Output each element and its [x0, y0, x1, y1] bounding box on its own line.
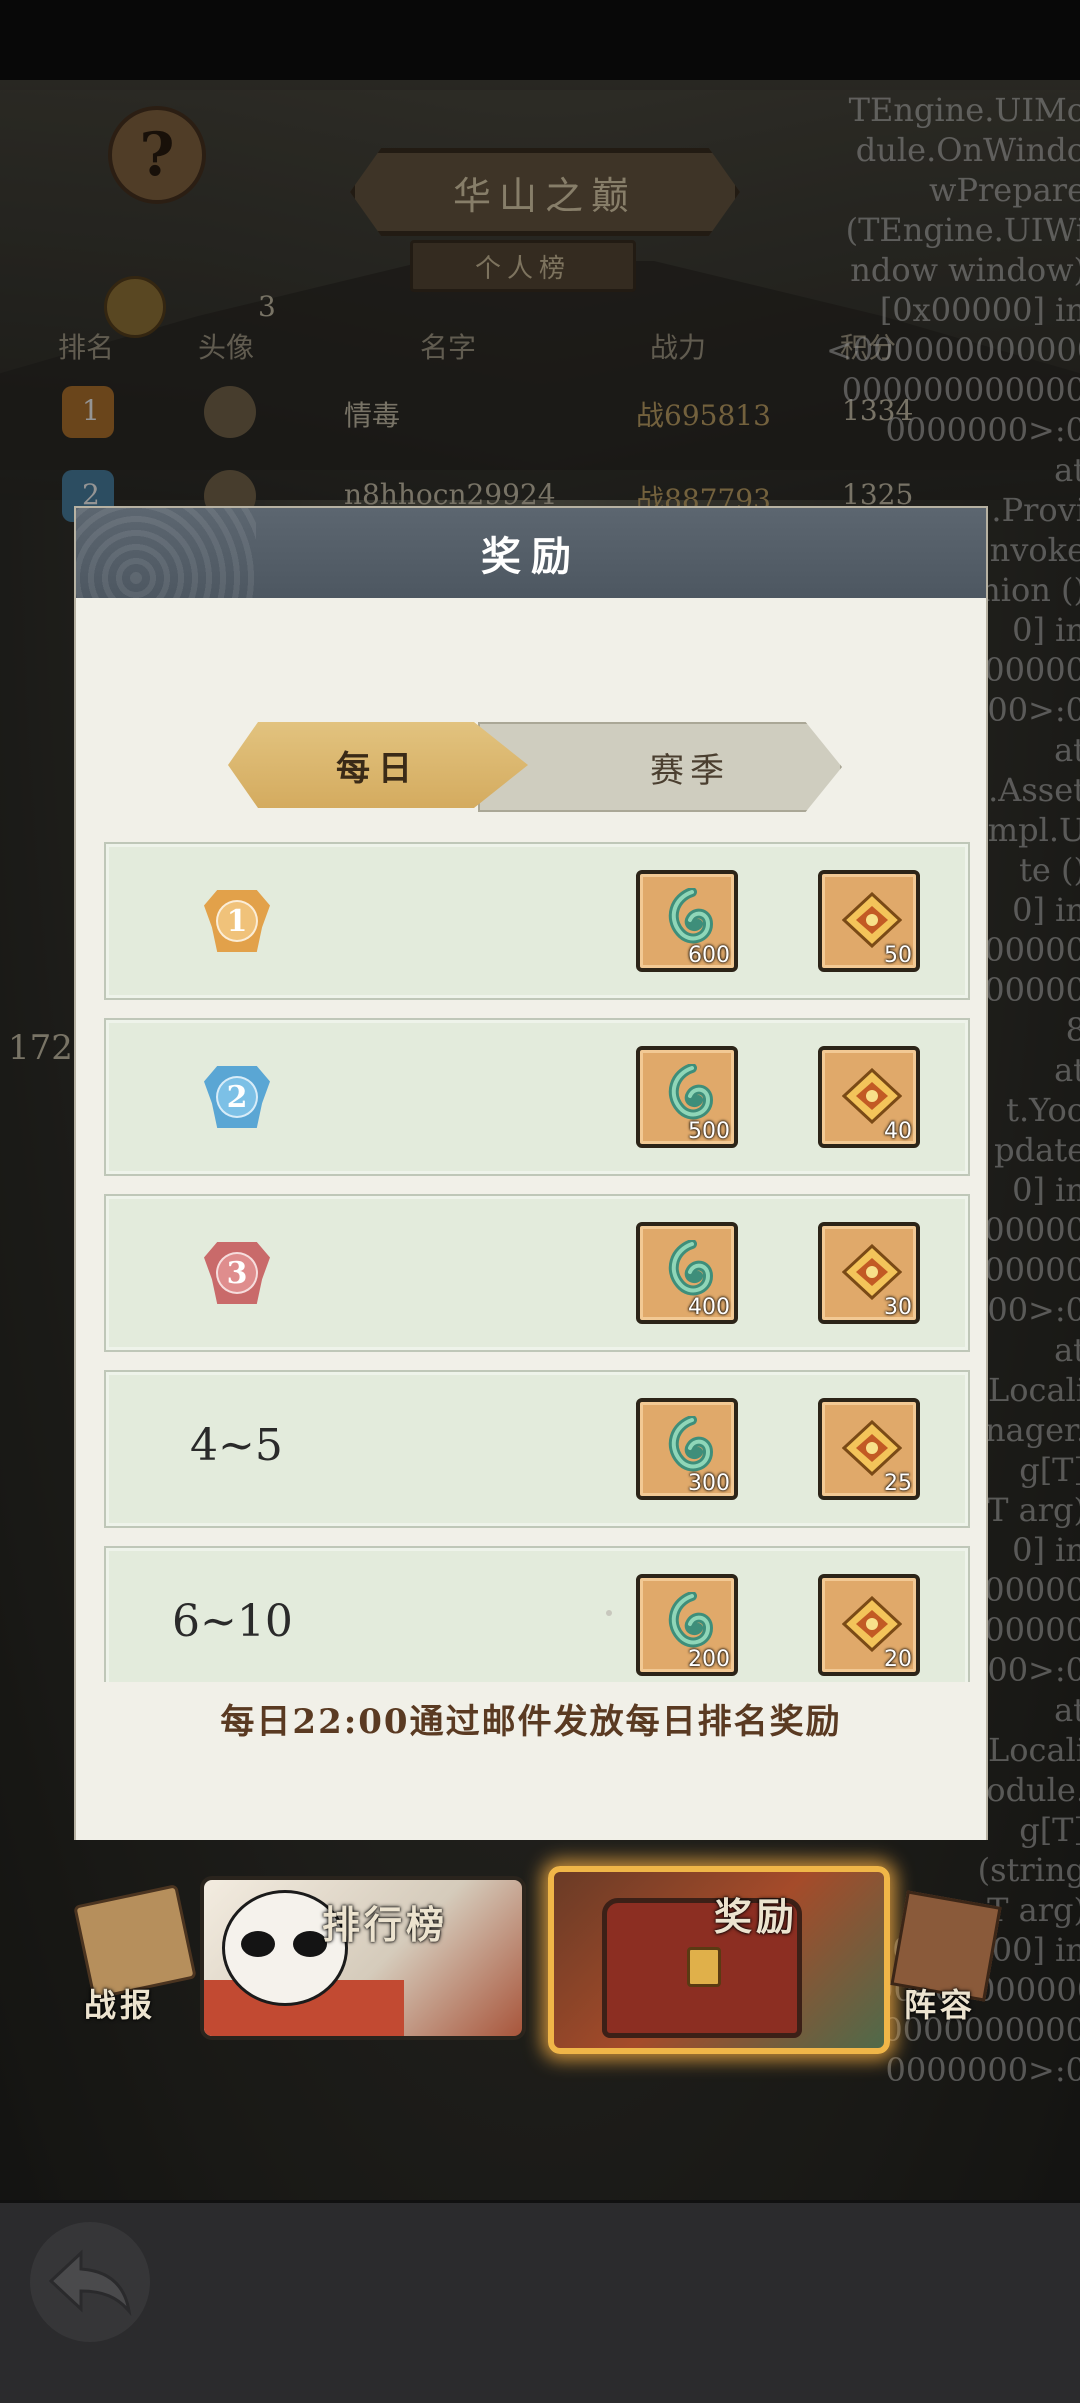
treasure-icon — [842, 892, 902, 948]
treasure-icon — [842, 1068, 902, 1124]
rank-number: 1 — [226, 903, 248, 939]
item-quantity: 600 — [688, 943, 730, 968]
treasure-icon — [842, 1420, 902, 1476]
back-arrow-icon — [48, 2249, 132, 2317]
dialog-body: 赛季 每日 1 600 50 2 500 40 3 400 30 4~5 300… — [76, 598, 986, 1840]
nav-leaderboard-label: 排行榜 — [322, 1902, 449, 1947]
jade-item-slot[interactable]: 200 — [636, 1574, 738, 1676]
rank-range: 6~10 — [172, 1596, 293, 1647]
tab-daily-label: 每日 — [336, 748, 420, 789]
treasure-icon — [842, 1596, 902, 1652]
item-quantity: 400 — [688, 1295, 730, 1320]
gold-medal-icon: 1 — [204, 890, 270, 952]
treasure-item-slot[interactable]: 40 — [818, 1046, 920, 1148]
list-item: 4~5 300 25 — [104, 1370, 970, 1528]
item-quantity: 30 — [884, 1295, 912, 1320]
item-quantity: 20 — [884, 1647, 912, 1672]
panda-eye — [241, 1931, 275, 1957]
jade-icon — [668, 1240, 714, 1296]
jade-icon — [668, 1064, 714, 1120]
item-quantity: 500 — [688, 1119, 730, 1144]
nav-lineup-label: 阵容 — [904, 1986, 977, 2024]
item-quantity: 25 — [884, 1471, 912, 1496]
jade-icon — [668, 1592, 714, 1648]
reward-tabs: 赛季 每日 — [228, 722, 842, 812]
reward-list[interactable]: 1 600 50 2 500 40 3 400 30 4~5 300 25 6~… — [104, 842, 970, 1682]
nav-battle-report-label: 战报 — [84, 1986, 157, 2024]
dialog-title: 奖励 — [481, 533, 581, 580]
list-item: 2 500 40 — [104, 1018, 970, 1176]
treasure-item-slot[interactable]: 50 — [818, 870, 920, 972]
jade-icon — [668, 888, 714, 944]
tab-season-label: 赛季 — [650, 750, 730, 791]
red-medal-icon: 3 — [204, 1242, 270, 1304]
item-quantity: 40 — [884, 1119, 912, 1144]
reward-note: 每日22:00通过邮件发放每日排名奖励 — [220, 1702, 842, 1742]
decorative-dot — [606, 1610, 612, 1616]
dialog-header: 奖励 — [76, 508, 986, 600]
treasure-item-slot[interactable]: 25 — [818, 1398, 920, 1500]
jade-icon — [668, 1416, 714, 1472]
nav-leaderboard[interactable]: 排行榜 — [200, 1876, 526, 2040]
item-quantity: 50 — [884, 943, 912, 968]
treasure-item-slot[interactable]: 30 — [818, 1222, 920, 1324]
treasure-item-slot[interactable]: 20 — [818, 1574, 920, 1676]
list-item: 6~10 200 20 — [104, 1546, 970, 1682]
nav-lineup[interactable]: 阵容 — [880, 1890, 1020, 2024]
reward-dialog: 奖励 赛季 每日 1 600 50 2 500 40 3 400 30 4~5 … — [74, 506, 988, 1840]
nav-rewards[interactable]: 奖励 — [548, 1866, 890, 2054]
blue-medal-icon: 2 — [204, 1066, 270, 1128]
list-item: 3 400 30 — [104, 1194, 970, 1352]
rank-number: 3 — [226, 1255, 248, 1291]
jade-item-slot[interactable]: 500 — [636, 1046, 738, 1148]
list-item: 1 600 50 — [104, 842, 970, 1000]
nav-rewards-label: 奖励 — [714, 1894, 799, 1939]
nav-battle-report[interactable]: 战报 — [66, 1884, 198, 2024]
jade-item-slot[interactable]: 400 — [636, 1222, 738, 1324]
item-quantity: 300 — [688, 1471, 730, 1496]
rank-number: 2 — [226, 1079, 248, 1115]
tab-daily[interactable]: 每日 — [228, 722, 528, 808]
item-quantity: 200 — [688, 1647, 730, 1672]
back-button[interactable] — [30, 2222, 150, 2342]
tab-season[interactable]: 赛季 — [478, 722, 842, 812]
rank-range: 4~5 — [190, 1420, 283, 1471]
bottom-bar — [0, 2200, 1080, 2403]
jade-item-slot[interactable]: 300 — [636, 1398, 738, 1500]
treasure-icon — [842, 1244, 902, 1300]
jade-item-slot[interactable]: 600 — [636, 870, 738, 972]
chest-lock — [687, 1947, 721, 1987]
